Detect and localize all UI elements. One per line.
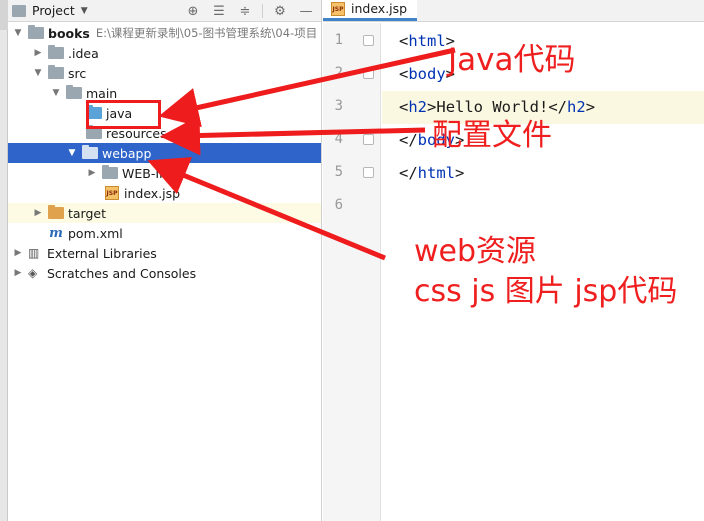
- tree-item-label: resources: [106, 125, 167, 141]
- project-panel: Project ▼ ⊕ ☰ ≑ ⚙ — ▼ books E:\课程更新录制\05…: [8, 0, 322, 521]
- chevron-down-icon[interactable]: ▼: [81, 6, 88, 16]
- code-line-4: </body>: [399, 131, 465, 149]
- tool-window-strip: [0, 0, 8, 521]
- chevron-down-icon[interactable]: ▼: [12, 28, 24, 38]
- tree-item-index-jsp[interactable]: JSP index.jsp: [8, 183, 321, 203]
- folder-icon: [28, 25, 44, 39]
- folder-icon: [48, 65, 64, 79]
- tree-item-src[interactable]: ▼ src: [8, 63, 321, 83]
- header-divider: [262, 4, 263, 18]
- excluded-folder-icon: [48, 205, 64, 219]
- chevron-right-icon[interactable]: ▶: [32, 208, 44, 218]
- target-icon[interactable]: ⊕: [184, 2, 202, 20]
- chevron-right-icon[interactable]: ▶: [12, 268, 24, 278]
- code-line-3: <h2>Hello World!</h2>: [382, 91, 704, 124]
- maven-icon: m: [49, 225, 63, 241]
- tree-item-resources[interactable]: resources: [8, 123, 321, 143]
- panel-title[interactable]: Project: [32, 3, 75, 18]
- tree-item-label: java: [106, 105, 133, 121]
- scratches-icon: ◈: [28, 266, 38, 280]
- tree-item-label: target: [68, 205, 107, 221]
- tree-item-main[interactable]: ▼ main: [8, 83, 321, 103]
- resources-folder-icon: [86, 125, 102, 139]
- tree-item-target[interactable]: ▶ target: [8, 203, 321, 223]
- line-number: 2: [334, 65, 343, 81]
- line-number-gutter: 1 2 3 4 5 6: [323, 23, 381, 521]
- expand-icon[interactable]: ≑: [236, 2, 254, 20]
- tree-item-webapp[interactable]: ▼ webapp: [8, 143, 321, 163]
- line-number: 3: [334, 98, 343, 114]
- tree-item-label: index.jsp: [124, 185, 181, 201]
- chevron-right-icon[interactable]: ▶: [12, 248, 24, 258]
- chevron-right-icon[interactable]: ▶: [32, 48, 44, 58]
- project-path: E:\课程更新录制\05-图书管理系统\04-项目: [95, 26, 318, 40]
- tree-item-label: webapp: [102, 145, 152, 161]
- project-view-icon: [12, 4, 26, 17]
- tree-item-label: Scratches and Consoles: [47, 265, 197, 281]
- tree-item-label: WEB-INF: [122, 165, 176, 181]
- tree-item-external-libraries[interactable]: ▶ ▥ External Libraries: [8, 243, 321, 263]
- collapse-all-icon[interactable]: ☰: [210, 2, 228, 20]
- fold-marker-icon[interactable]: [363, 68, 374, 79]
- fold-marker-icon[interactable]: [363, 167, 374, 178]
- tree-item-label: main: [86, 85, 118, 101]
- folder-icon: [66, 85, 82, 99]
- code-line-5: </html>: [399, 164, 465, 182]
- jsp-file-icon: JSP: [105, 186, 119, 200]
- folder-icon: [102, 165, 118, 179]
- tree-item-label: External Libraries: [47, 245, 157, 261]
- tree-item-label: books: [48, 25, 90, 41]
- minimize-icon[interactable]: —: [297, 2, 315, 20]
- library-icon: ▥: [28, 246, 40, 260]
- line-number: 4: [334, 131, 343, 147]
- tree-item-label: src: [68, 65, 87, 81]
- tree-item-scratches[interactable]: ▶ ◈ Scratches and Consoles: [8, 263, 321, 283]
- project-tree: ▼ books E:\课程更新录制\05-图书管理系统\04-项目 ▶ .ide…: [8, 23, 321, 283]
- tab-label: index.jsp: [351, 1, 408, 16]
- panel-header: Project ▼ ⊕ ☰ ≑ ⚙ —: [8, 0, 321, 22]
- tree-item-label: pom.xml: [68, 225, 123, 241]
- project-tool-tab[interactable]: [0, 0, 8, 30]
- gear-icon[interactable]: ⚙: [271, 2, 289, 20]
- folder-icon: [48, 45, 64, 59]
- jsp-file-icon: JSP: [331, 1, 345, 16]
- tree-item-books[interactable]: ▼ books E:\课程更新录制\05-图书管理系统\04-项目: [8, 23, 321, 43]
- chevron-down-icon[interactable]: ▼: [66, 148, 78, 158]
- line-number: 6: [334, 197, 343, 213]
- tree-item-java[interactable]: java: [8, 103, 321, 123]
- chevron-down-icon[interactable]: ▼: [50, 88, 62, 98]
- chevron-down-icon[interactable]: ▼: [32, 68, 44, 78]
- tree-item-idea[interactable]: ▶ .idea: [8, 43, 321, 63]
- web-folder-icon: [82, 145, 98, 159]
- editor-pane: JSP index.jsp 1 2 3 4 5 6 <html> <body> …: [323, 0, 704, 521]
- chevron-right-icon[interactable]: ▶: [86, 168, 98, 178]
- code-line-2: <body>: [399, 65, 456, 83]
- editor-tab-bar: JSP index.jsp: [323, 0, 704, 22]
- tab-index-jsp[interactable]: JSP index.jsp: [323, 0, 418, 21]
- code-line-1: <html>: [399, 32, 456, 50]
- source-folder-icon: [86, 105, 102, 119]
- line-number: 5: [334, 164, 343, 180]
- fold-marker-icon[interactable]: [363, 134, 374, 145]
- tree-item-web-inf[interactable]: ▶ WEB-INF: [8, 163, 321, 183]
- fold-marker-icon[interactable]: [363, 35, 374, 46]
- tree-item-label: .idea: [68, 45, 99, 61]
- line-number: 1: [334, 32, 343, 48]
- tree-item-pom[interactable]: m pom.xml: [8, 223, 321, 243]
